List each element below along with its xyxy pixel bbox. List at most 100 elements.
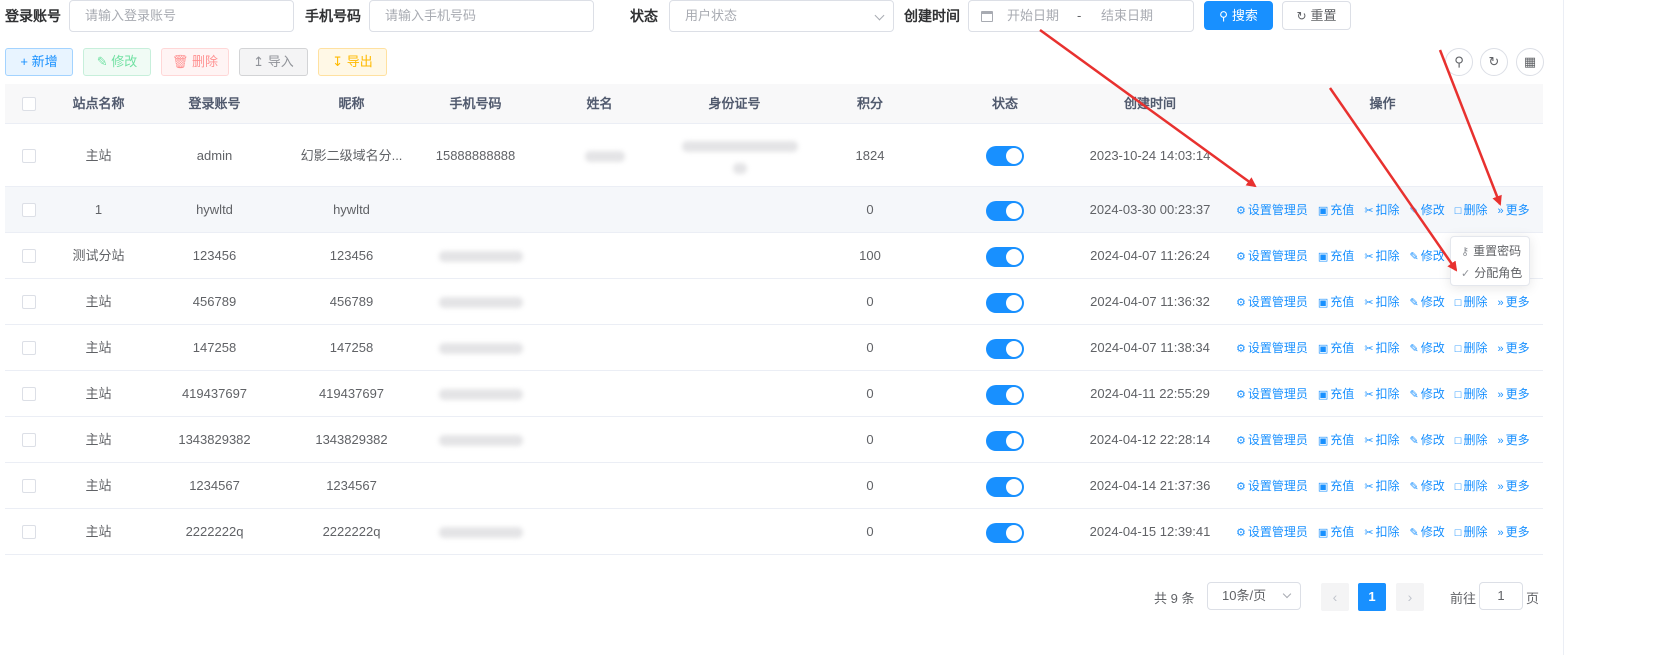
end-date-input[interactable]: 结束日期 xyxy=(1101,1,1153,31)
reset-password-item[interactable]: ⚷ 重置密码 xyxy=(1451,240,1529,262)
row-checkbox[interactable] xyxy=(22,249,36,263)
more-action[interactable]: » 更多 xyxy=(1497,187,1529,234)
refresh-button[interactable]: ↻ xyxy=(1480,48,1508,76)
deduct-action[interactable]: ✂ 扣除 xyxy=(1364,417,1399,464)
delete-action[interactable]: □ 删除 xyxy=(1455,325,1488,372)
deduct-action[interactable]: ✂ 扣除 xyxy=(1364,279,1399,326)
next-page-button[interactable]: › xyxy=(1396,583,1424,611)
columns-button[interactable]: ▦ xyxy=(1516,48,1544,76)
select-all-checkbox[interactable] xyxy=(22,97,36,111)
cell-points: 0 xyxy=(866,432,874,447)
cell-created: 2024-04-11 22:55:29 xyxy=(1090,386,1210,401)
recharge-action[interactable]: ▣ 充值 xyxy=(1318,371,1354,418)
recharge-action[interactable]: ▣ 充值 xyxy=(1318,279,1354,326)
set-admin-action[interactable]: ⚙ 设置管理员 xyxy=(1236,509,1308,556)
edit-action[interactable]: ✎ 修改 xyxy=(1410,371,1445,418)
more-action[interactable]: » 更多 xyxy=(1497,279,1529,326)
more-action[interactable]: » 更多 xyxy=(1497,417,1529,464)
status-switch[interactable] xyxy=(986,293,1024,313)
toggle-search-button[interactable]: ⚲ xyxy=(1445,48,1473,76)
import-button[interactable]: ↥ 导入 xyxy=(239,48,308,76)
edit-action[interactable]: ✎ 修改 xyxy=(1410,463,1445,510)
status-select[interactable]: 用户状态 xyxy=(669,0,894,32)
export-button[interactable]: ↧ 导出 xyxy=(318,48,387,76)
deduct-action[interactable]: ✂ 扣除 xyxy=(1364,463,1399,510)
goto-page-input[interactable]: 1 xyxy=(1479,582,1523,610)
reset-button[interactable]: ↻ 重置 xyxy=(1282,1,1351,30)
status-switch[interactable] xyxy=(986,431,1024,451)
recharge-action[interactable]: ▣ 充值 xyxy=(1318,463,1354,510)
search-button[interactable]: ⚲ 搜索 xyxy=(1204,1,1273,30)
status-switch[interactable] xyxy=(986,201,1024,221)
delete-action[interactable]: □ 删除 xyxy=(1455,463,1488,510)
more-action[interactable]: » 更多 xyxy=(1497,509,1529,556)
set-admin-action[interactable]: ⚙ 设置管理员 xyxy=(1236,187,1308,234)
set-admin-action[interactable]: ⚙ 设置管理员 xyxy=(1236,233,1308,280)
table-row: 主站 419437697 419437697 0 2024-04-11 22:5… xyxy=(5,371,1543,417)
deduct-action[interactable]: ✂ 扣除 xyxy=(1364,509,1399,556)
edit-action[interactable]: ✎ 修改 xyxy=(1410,325,1445,372)
page-1-button[interactable]: 1 xyxy=(1358,583,1386,611)
page-size-select[interactable]: 10条/页 xyxy=(1207,582,1301,610)
set-admin-action[interactable]: ⚙ 设置管理员 xyxy=(1236,463,1308,510)
edit-action[interactable]: ✎ 修改 xyxy=(1410,279,1445,326)
row-checkbox[interactable] xyxy=(22,341,36,355)
row-checkbox[interactable] xyxy=(22,203,36,217)
delete-action[interactable]: □ 删除 xyxy=(1455,279,1488,326)
cell-site: 主站 xyxy=(85,340,112,355)
add-button[interactable]: + 新增 xyxy=(5,48,73,76)
edit-action[interactable]: ✎ 修改 xyxy=(1410,509,1445,556)
status-switch[interactable] xyxy=(986,339,1024,359)
recharge-action[interactable]: ▣ 充值 xyxy=(1318,417,1354,464)
col-header-nickname: 昵称 xyxy=(338,96,365,111)
assign-role-item[interactable]: ✓ 分配角色 xyxy=(1451,262,1529,284)
set-admin-action[interactable]: ⚙ 设置管理员 xyxy=(1236,325,1308,372)
delete-button[interactable]: 🗑 删除 xyxy=(161,48,229,76)
deduct-action[interactable]: ✂ 扣除 xyxy=(1364,325,1399,372)
recharge-action[interactable]: ▣ 充值 xyxy=(1318,509,1354,556)
delete-action[interactable]: □ 删除 xyxy=(1455,371,1488,418)
edit-action[interactable]: ✎ 修改 xyxy=(1410,233,1445,280)
more-action[interactable]: » 更多 xyxy=(1497,371,1529,418)
edit-label: 修改 xyxy=(1420,203,1445,217)
recharge-action[interactable]: ▣ 充值 xyxy=(1318,325,1354,372)
row-checkbox[interactable] xyxy=(22,433,36,447)
deduct-action[interactable]: ✂ 扣除 xyxy=(1364,233,1399,280)
edit-button[interactable]: ✎ 修改 xyxy=(83,48,151,76)
login-account-input[interactable]: 请输入登录账号 xyxy=(69,0,294,32)
more-label: 更多 xyxy=(1505,433,1530,447)
status-switch[interactable] xyxy=(986,385,1024,405)
more-label: 更多 xyxy=(1505,525,1530,539)
delete-action[interactable]: □ 删除 xyxy=(1455,509,1488,556)
row-checkbox[interactable] xyxy=(22,479,36,493)
set-admin-action[interactable]: ⚙ 设置管理员 xyxy=(1236,417,1308,464)
edit-label: 修改 xyxy=(1420,341,1445,355)
edit-action[interactable]: ✎ 修改 xyxy=(1410,417,1445,464)
more-action[interactable]: » 更多 xyxy=(1497,325,1529,372)
recharge-action[interactable]: ▣ 充值 xyxy=(1318,187,1354,234)
edit-action[interactable]: ✎ 修改 xyxy=(1410,187,1445,234)
set-admin-action[interactable]: ⚙ 设置管理员 xyxy=(1236,371,1308,418)
prev-page-button[interactable]: ‹ xyxy=(1321,583,1349,611)
recharge-action[interactable]: ▣ 充值 xyxy=(1318,233,1354,280)
set-admin-action[interactable]: ⚙ 设置管理员 xyxy=(1236,279,1308,326)
more-action[interactable]: » 更多 xyxy=(1497,463,1529,510)
delete-action[interactable]: □ 删除 xyxy=(1455,187,1488,234)
status-switch[interactable] xyxy=(986,477,1024,497)
status-switch[interactable] xyxy=(986,247,1024,267)
start-date-input[interactable]: 开始日期 xyxy=(1007,1,1059,31)
deduct-action[interactable]: ✂ 扣除 xyxy=(1364,187,1399,234)
row-checkbox[interactable] xyxy=(22,149,36,163)
status-switch[interactable] xyxy=(986,523,1024,543)
cell-site: 主站 xyxy=(85,386,112,401)
phone-input[interactable]: 请输入手机号码 xyxy=(369,0,594,32)
date-range-picker[interactable]: 开始日期 - 结束日期 xyxy=(968,0,1194,32)
delete-action[interactable]: □ 删除 xyxy=(1455,417,1488,464)
row-checkbox[interactable] xyxy=(22,387,36,401)
row-checkbox[interactable] xyxy=(22,295,36,309)
deduct-action[interactable]: ✂ 扣除 xyxy=(1364,371,1399,418)
row-checkbox[interactable] xyxy=(22,525,36,539)
status-switch[interactable] xyxy=(986,146,1024,166)
redacted-blur xyxy=(439,343,523,355)
deduct-label: 扣除 xyxy=(1375,341,1400,355)
